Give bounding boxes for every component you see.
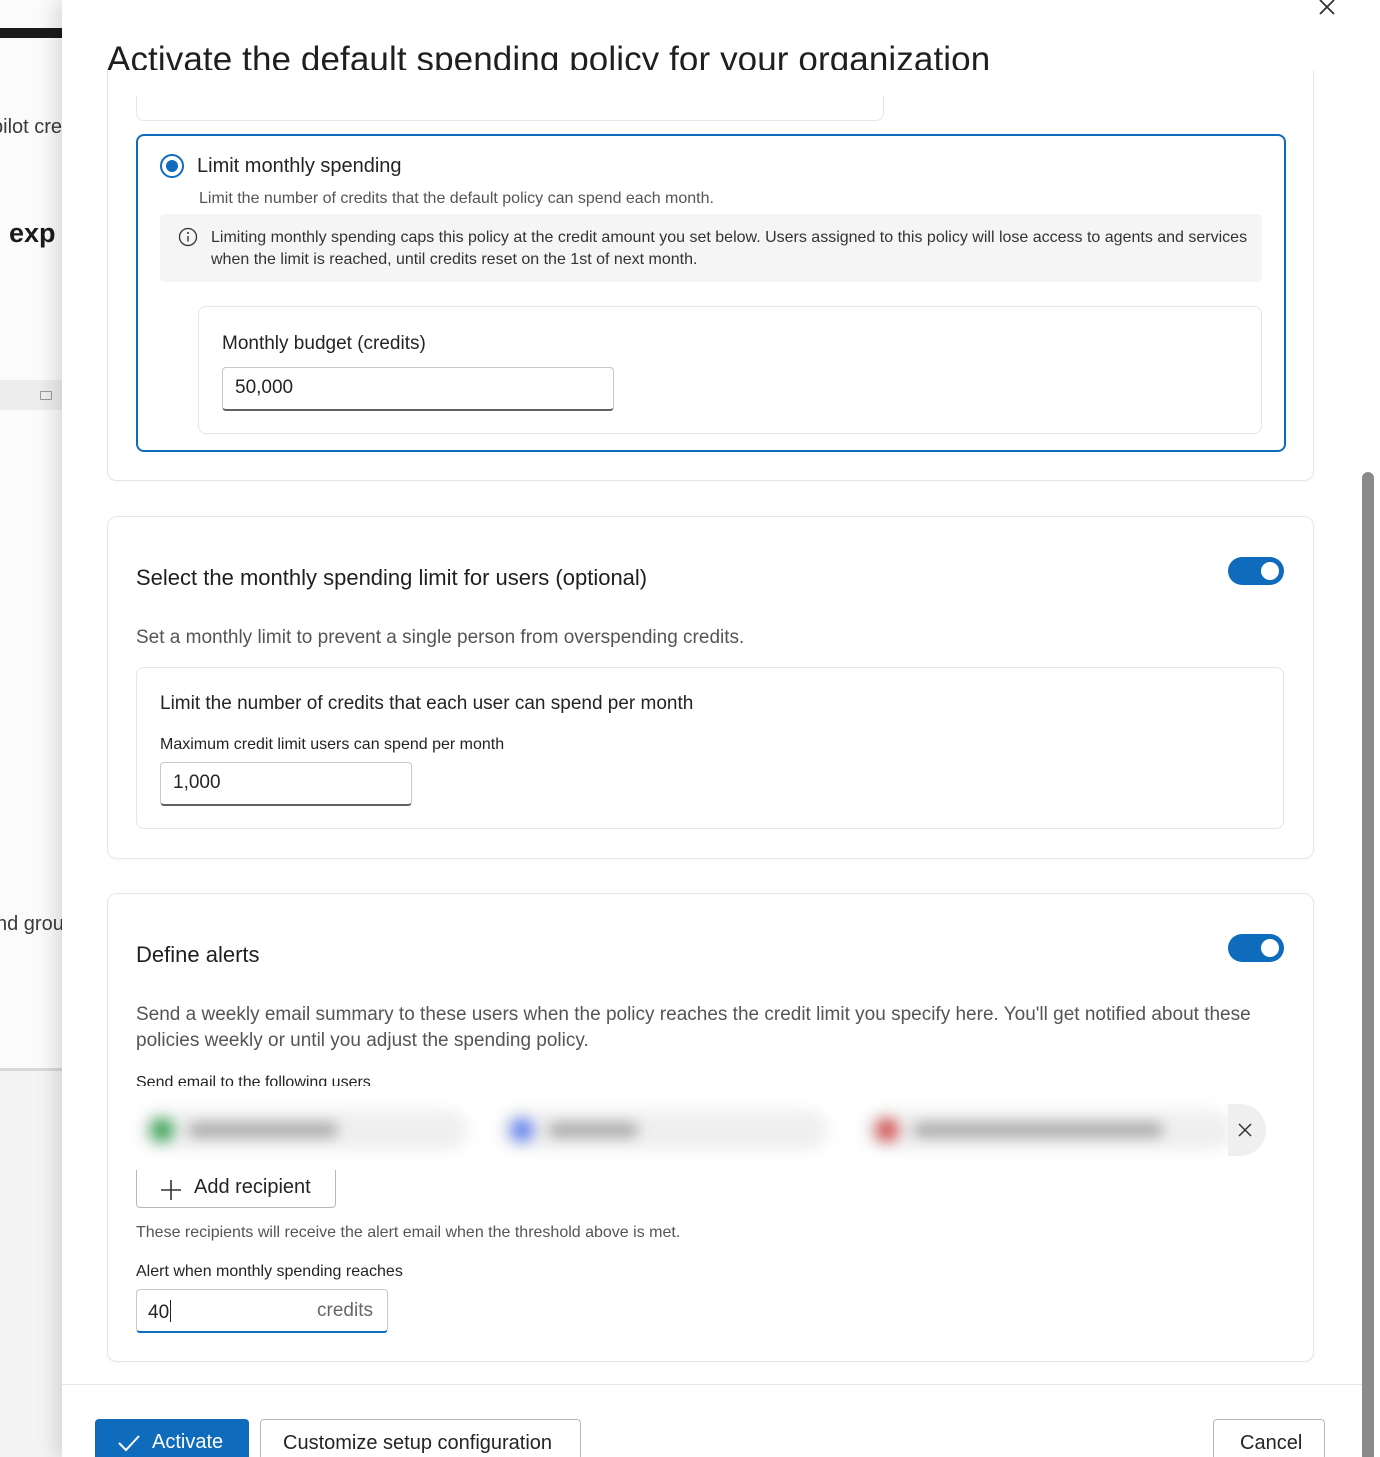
checkmark-icon [118, 1435, 140, 1452]
threshold-value: 40 [148, 1300, 172, 1323]
info-message-text: Limiting monthly spending caps this poli… [211, 229, 1248, 268]
max-credit-label: Maximum credit limit users can spend per… [160, 736, 505, 753]
alerts-title: Define alerts [136, 942, 260, 967]
plus-icon [161, 1180, 181, 1200]
limit-monthly-spending-radio[interactable] [160, 154, 184, 178]
background-card [0, 0, 62, 1071]
recipients-hint: These recipients will receive the alert … [136, 1224, 681, 1241]
activate-button[interactable]: Activate [95, 1419, 249, 1457]
close-icon [1319, 0, 1335, 15]
previous-option-card[interactable] [136, 96, 884, 121]
background-text: pilot cre [0, 116, 62, 138]
footer-divider [62, 1384, 1362, 1385]
threshold-suffix: credits [317, 1300, 373, 1321]
avatar [875, 1118, 899, 1142]
user-limit-card: Limit the number of credits that each us… [136, 667, 1284, 829]
recipients-label: Send email to the following users [136, 1074, 371, 1086]
close-icon [1238, 1123, 1252, 1137]
customize-setup-label: Customize setup configuration [283, 1432, 553, 1454]
max-credit-input[interactable]: 1,000 [160, 762, 412, 806]
limit-monthly-spending-description: Limit the number of credits that the def… [199, 190, 714, 207]
activate-label: Activate [152, 1431, 224, 1453]
close-button[interactable] [1314, 0, 1340, 20]
avatar [150, 1118, 174, 1142]
limit-monthly-spending-label: Limit monthly spending [197, 155, 402, 177]
user-limit-section: Select the monthly spending limit for us… [107, 516, 1314, 859]
user-limit-toggle[interactable] [1228, 557, 1284, 585]
add-recipient-button[interactable]: Add recipient [136, 1170, 336, 1208]
scrollbar-thumb[interactable] [1362, 472, 1374, 1457]
recipient-chip[interactable] [138, 1110, 468, 1150]
cancel-button[interactable]: Cancel [1213, 1419, 1325, 1457]
monthly-budget-label: Monthly budget (credits) [222, 333, 426, 354]
user-limit-card-title: Limit the number of credits that each us… [160, 693, 694, 714]
background-text: nd grou [0, 913, 62, 935]
background-heading: l exp [0, 218, 56, 248]
recipients-list [128, 1094, 1268, 1170]
threshold-label: Alert when monthly spending reaches [136, 1263, 403, 1280]
background-strip [0, 380, 62, 410]
threshold-input[interactable]: 40 credits [136, 1289, 388, 1333]
alerts-section: Define alerts Send a weekly email summar… [107, 893, 1314, 1362]
recipient-chip[interactable] [498, 1110, 828, 1150]
alerts-description: Send a weekly email summary to these use… [136, 1004, 1251, 1051]
recipient-name-redacted [548, 1123, 638, 1137]
background-header-bar [0, 28, 62, 38]
avatar [510, 1118, 534, 1142]
cancel-label: Cancel [1240, 1432, 1303, 1454]
add-recipient-label: Add recipient [194, 1176, 311, 1198]
background-page: pilot cre l exp nd grou [0, 0, 62, 1457]
monthly-budget-input[interactable]: 50,000 [222, 367, 614, 411]
user-limit-title: Select the monthly spending limit for us… [136, 565, 648, 590]
monthly-budget-card: Monthly budget (credits) 50,000 [198, 306, 1262, 434]
info-message-bar: Limiting monthly spending caps this poli… [160, 214, 1262, 282]
limit-monthly-spending-option[interactable]: Limit monthly spending Limit the number … [136, 134, 1286, 452]
spending-policy-panel: Activate the default spending policy for… [62, 0, 1380, 1457]
recipient-name-redacted [913, 1123, 1163, 1137]
keyboard-icon [40, 391, 52, 400]
user-limit-description: Set a monthly limit to prevent a single … [136, 627, 745, 648]
info-icon [178, 227, 198, 247]
alerts-toggle[interactable] [1228, 934, 1284, 962]
recipient-chip[interactable] [863, 1110, 1233, 1150]
recipient-name-redacted [188, 1123, 338, 1137]
spending-option-section: Limit monthly spending Limit the number … [107, 70, 1314, 481]
customize-setup-button[interactable]: Customize setup configuration [260, 1419, 581, 1457]
